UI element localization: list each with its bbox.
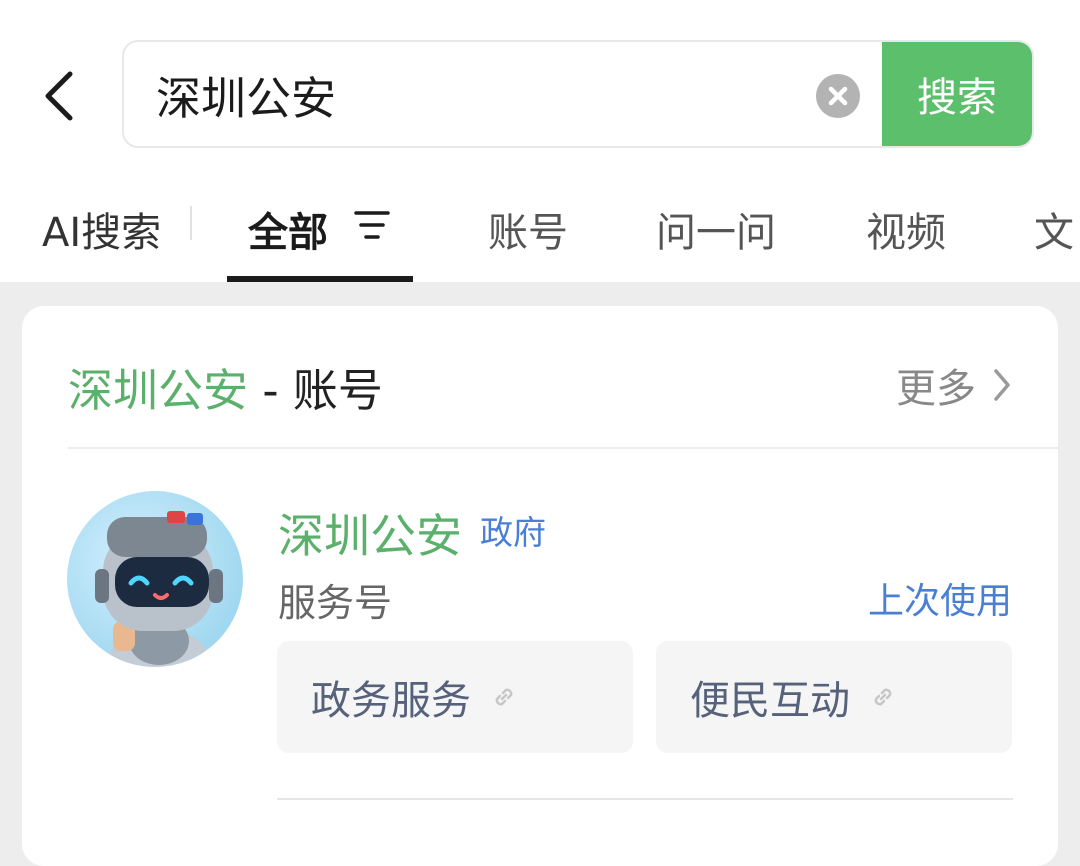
section-divider: [277, 798, 1013, 800]
close-icon: [828, 86, 848, 106]
robot-mascot-icon: [95, 511, 223, 667]
filter-icon[interactable]: [354, 208, 390, 242]
tab-all[interactable]: 全部: [248, 200, 328, 258]
back-button[interactable]: [40, 68, 80, 124]
tab-accounts[interactable]: 账号: [488, 200, 568, 258]
menu-public-interaction-button[interactable]: 便民互动: [656, 641, 1012, 753]
tab-ai-search[interactable]: AI搜索: [42, 200, 161, 258]
card-divider: [68, 447, 1058, 449]
chevron-right-icon: [994, 369, 1010, 401]
link-icon: [874, 688, 892, 706]
tab-videos[interactable]: 视频: [866, 200, 946, 258]
search-input[interactable]: [156, 42, 796, 146]
card-title-suffix: - 账号: [248, 364, 383, 417]
more-link[interactable]: 更多: [896, 356, 1012, 414]
active-tab-indicator: [227, 276, 413, 282]
menu-label: 政务服务: [311, 678, 471, 724]
card-title-keyword: 深圳公安: [68, 364, 249, 417]
tab-ask[interactable]: 问一问: [656, 200, 776, 258]
menu-label: 便民互动: [690, 678, 850, 724]
top-bar: 搜索 AI搜索 全部 账号 问一问 视频 文: [0, 0, 1080, 282]
account-name[interactable]: 深圳公安: [278, 500, 462, 566]
search-tabs: AI搜索 全部 账号 问一问 视频 文: [0, 180, 1080, 282]
avatar[interactable]: [67, 491, 243, 667]
tab-articles[interactable]: 文: [1034, 200, 1074, 258]
clear-button[interactable]: [816, 74, 860, 118]
link-icon: [495, 688, 513, 706]
last-used-label: 上次使用: [867, 581, 1012, 622]
more-label: 更多: [896, 366, 976, 412]
search-button[interactable]: 搜索: [882, 42, 1032, 146]
account-verified-tag: 政府: [480, 513, 546, 552]
menu-gov-services-button[interactable]: 政务服务: [277, 641, 633, 753]
search-bar: 搜索: [122, 40, 1034, 148]
account-result-card: 深圳公安 - 账号 更多 深圳公安 政府 服务号 上次使用 政务服务 便民互动: [22, 306, 1058, 866]
card-title: 深圳公安 - 账号: [68, 354, 383, 419]
tab-divider: [190, 206, 192, 240]
account-type: 服务号: [278, 581, 393, 625]
chevron-left-icon: [45, 71, 73, 121]
